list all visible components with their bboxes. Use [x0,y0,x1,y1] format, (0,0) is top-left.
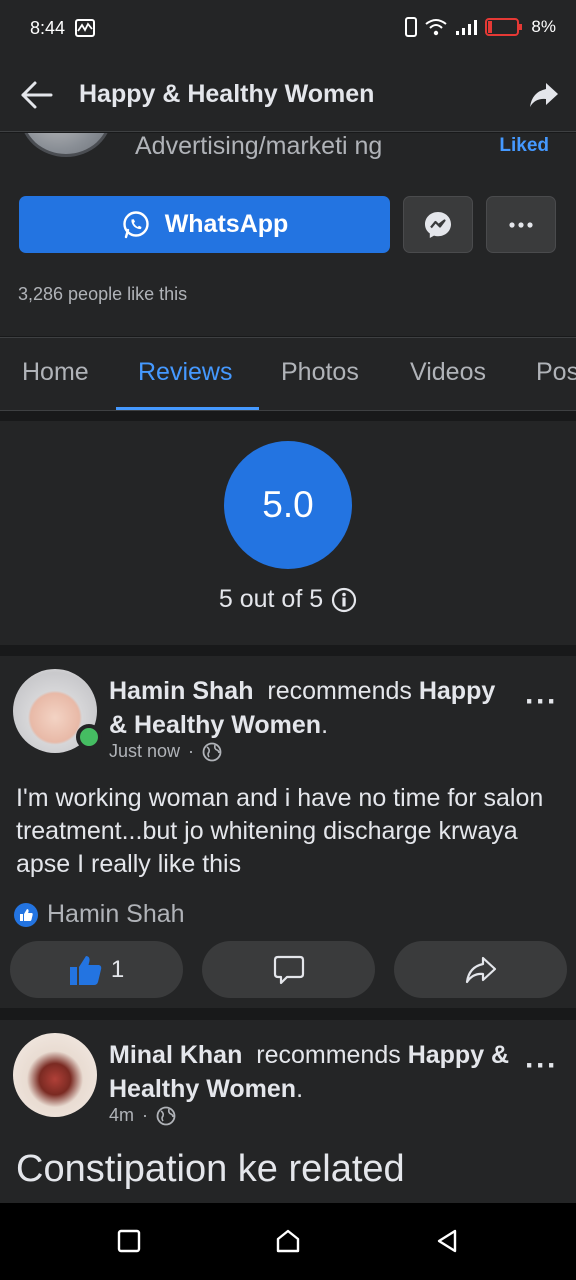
messenger-icon [425,211,451,238]
whatsapp-label: WhatsApp [164,210,289,238]
globe-icon [156,1106,176,1125]
reviewer-name[interactable]: Minal Khan [109,1041,242,1069]
comment-button[interactable] [202,941,375,998]
review-text: I'm working woman and i have no time for… [16,784,544,878]
status-time: 8:44 [30,18,66,38]
like-reaction-icon [14,902,38,927]
like-icon [69,955,102,985]
back-arrow-icon[interactable] [20,78,54,112]
review-more-icon[interactable]: ··· [525,687,558,717]
reactor-name: Hamin Shah [47,900,185,928]
system-nav-bar [0,1203,576,1280]
review-card: Hamin Shah recommends Happy & Healthy Wo… [0,656,576,1008]
likes-count: 3,286 people like this [18,284,188,304]
more-options-button[interactable] [486,196,556,253]
back-triangle-icon[interactable] [434,1228,460,1254]
review-header: Hamin Shah recommends Happy & Healthy Wo… [109,677,496,739]
review-card: Minal Khan recommends Happy & Healthy Wo… [0,1020,576,1203]
page-tabs: Home Reviews Photos Videos Pos [0,337,576,411]
whatsapp-icon [122,210,149,238]
rating-score: 5.0 [224,441,352,569]
wifi-icon [425,19,448,36]
page-category: Advertising/marketi ng [135,133,383,160]
avatar[interactable] [13,1033,97,1117]
tab-photos[interactable]: Photos [281,358,359,387]
like-count: 1 [110,955,125,983]
top-bar: Happy & Healthy Women [0,58,576,132]
like-button[interactable]: 1 [10,941,183,998]
tab-reviews[interactable]: Reviews [138,358,232,387]
share-button[interactable] [394,941,567,998]
rating-summary-text: 5 out of 5 [218,585,324,613]
activity-icon [75,19,95,37]
liked-button[interactable]: Liked [499,135,549,157]
review-text: Constipation ke related [16,1148,405,1190]
rating-summary-row: 5 out of 5 [0,585,576,614]
review-verb: recommends [267,677,412,705]
vibrate-icon [405,17,418,37]
whatsapp-button[interactable]: WhatsApp [19,196,390,253]
online-indicator [76,724,102,750]
review-time[interactable]: 4m [109,1105,134,1126]
more-icon [509,221,533,228]
info-icon[interactable] [331,587,357,613]
messenger-button[interactable] [403,196,473,253]
review-header: Minal Khan recommends Happy & Healthy Wo… [109,1041,510,1103]
reviewer-name[interactable]: Hamin Shah [109,677,253,705]
review-meta: Just now · [109,741,222,762]
share-icon[interactable] [528,79,560,111]
battery-percent: 8% [531,17,556,36]
recents-square-icon[interactable] [116,1228,142,1254]
page-avatar[interactable] [20,133,112,157]
tab-home[interactable]: Home [22,358,89,387]
tab-posts[interactable]: Pos [536,358,576,387]
meta-separator: · [142,1105,149,1125]
status-icons: 8% [405,17,556,37]
battery-icon [485,18,523,36]
comment-icon [273,955,304,984]
review-meta: 4m · [109,1105,176,1126]
review-verb: recommends [256,1041,401,1069]
globe-icon [202,742,222,761]
meta-separator: · [188,741,195,761]
review-more-icon[interactable]: ··· [525,1051,558,1081]
home-icon[interactable] [275,1228,301,1254]
signal-icon [456,20,478,35]
tab-videos[interactable]: Videos [410,358,486,387]
rating-summary: 5.0 5 out of 5 [0,421,576,645]
review-time[interactable]: Just now [109,741,180,762]
status-bar: 8:44 8% [0,0,576,58]
reactions-row[interactable]: Hamin Shah [13,900,185,929]
share-icon [465,956,496,983]
page-header: Advertising/marketi ng Liked WhatsApp 3,… [0,133,576,336]
page-title: Happy & Healthy Women [79,80,375,108]
active-tab-indicator [116,407,259,410]
